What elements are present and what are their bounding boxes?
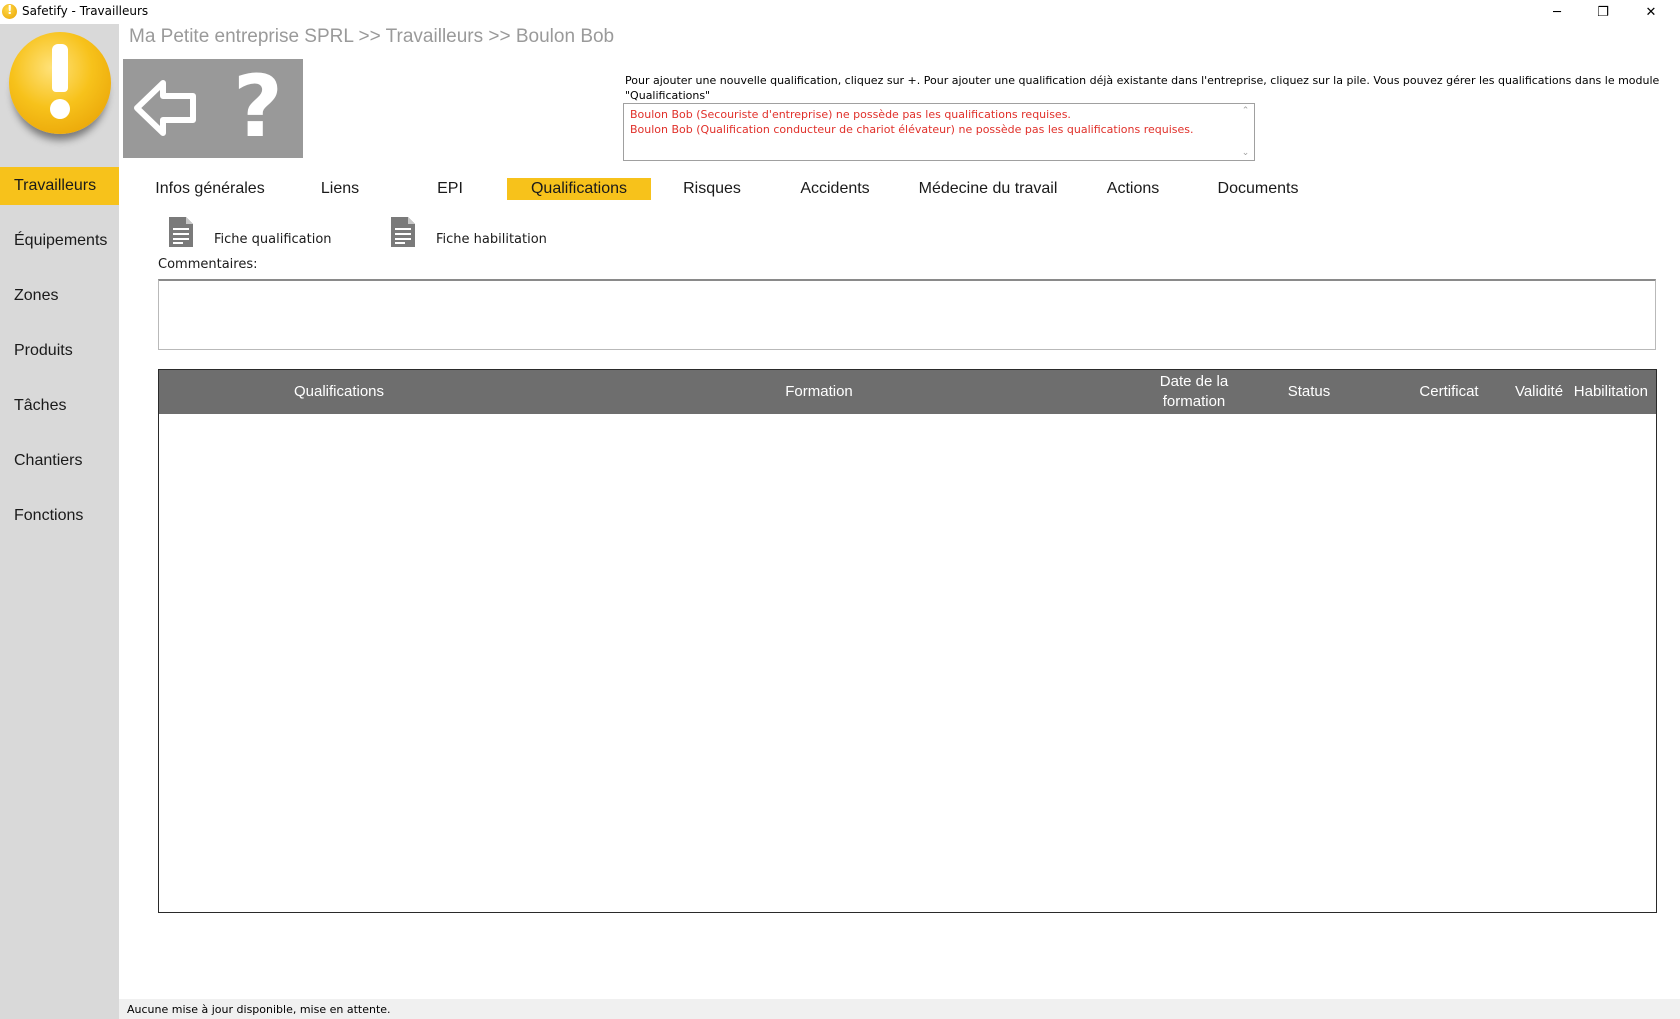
help-icon[interactable]: ? [223, 63, 293, 151]
scroll-up-icon[interactable]: ⌃ [1242, 106, 1250, 116]
sidebar-item-fonctions[interactable]: Fonctions [0, 497, 119, 535]
sidebar: Travailleurs Équipements Zones Produits … [0, 24, 119, 1019]
document-icon [390, 216, 416, 248]
tab-qualifications[interactable]: Qualifications [507, 178, 651, 200]
restore-button[interactable]: ❐ [1580, 0, 1626, 24]
qualifications-table[interactable]: Qualifications Formation Date de la form… [158, 369, 1657, 913]
warning-line: Boulon Bob (Secouriste d'entreprise) ne … [630, 108, 1071, 121]
column-header-habilitation[interactable]: Habilitation [1549, 370, 1656, 414]
sidebar-item-travailleurs[interactable]: Travailleurs [0, 167, 119, 205]
close-button[interactable]: ✕ [1628, 0, 1674, 24]
warning-scrollbar[interactable]: ⌃ ⌄ [1237, 104, 1254, 160]
window-title: Safetify - Travailleurs [22, 4, 149, 18]
scroll-down-icon[interactable]: ⌄ [1242, 148, 1250, 158]
column-header-certificat[interactable]: Certificat [1399, 370, 1499, 414]
sidebar-item-zones[interactable]: Zones [0, 277, 119, 315]
status-bar: Aucune mise à jour disponible, mise en a… [119, 999, 1680, 1019]
fiche-qualification-button[interactable]: Fiche qualification [168, 208, 332, 248]
nav-box: ? [123, 59, 303, 158]
breadcrumb: Ma Petite entreprise SPRL >> Travailleur… [129, 26, 615, 47]
tab-epi[interactable]: EPI [410, 178, 490, 200]
fiche-habilitation-button[interactable]: Fiche habilitation [390, 208, 547, 248]
status-text: Aucune mise à jour disponible, mise en a… [127, 1003, 391, 1016]
tab-liens[interactable]: Liens [300, 178, 380, 200]
info-text: Pour ajouter une nouvelle qualification,… [625, 74, 1660, 102]
title-bar: Safetify - Travailleurs ─ ❐ ✕ [0, 0, 1680, 24]
tab-documents[interactable]: Documents [1205, 178, 1311, 200]
fiche-habilitation-label: Fiche habilitation [436, 232, 547, 247]
comments-label: Commentaires: [158, 257, 258, 272]
safetify-logo-icon [9, 32, 111, 134]
column-header-formation[interactable]: Formation [719, 370, 919, 414]
table-header: Qualifications Formation Date de la form… [159, 370, 1656, 414]
tab-risques[interactable]: Risques [667, 178, 757, 200]
tab-infos-generales[interactable]: Infos générales [143, 178, 277, 200]
sidebar-item-taches[interactable]: Tâches [0, 387, 119, 425]
tab-medecine-du-travail[interactable]: Médecine du travail [908, 178, 1068, 200]
tab-actions[interactable]: Actions [1090, 178, 1176, 200]
fiche-qualification-label: Fiche qualification [214, 232, 332, 247]
minimize-button[interactable]: ─ [1534, 0, 1580, 24]
comments-input[interactable] [158, 279, 1656, 350]
warning-line: Boulon Bob (Qualification conducteur de … [630, 123, 1194, 136]
sidebar-item-produits[interactable]: Produits [0, 332, 119, 370]
document-icon [168, 216, 194, 248]
sidebar-item-equipements[interactable]: Équipements [0, 222, 119, 260]
column-header-date-formation[interactable]: Date de la formation [1139, 370, 1249, 414]
column-header-status[interactable]: Status [1259, 370, 1359, 414]
app-icon [2, 3, 17, 19]
column-header-qualifications[interactable]: Qualifications [219, 370, 459, 414]
warning-box: Boulon Bob (Secouriste d'entreprise) ne … [623, 103, 1255, 161]
tab-accidents[interactable]: Accidents [785, 178, 885, 200]
back-arrow-icon[interactable] [133, 77, 199, 139]
sidebar-item-chantiers[interactable]: Chantiers [0, 442, 119, 480]
